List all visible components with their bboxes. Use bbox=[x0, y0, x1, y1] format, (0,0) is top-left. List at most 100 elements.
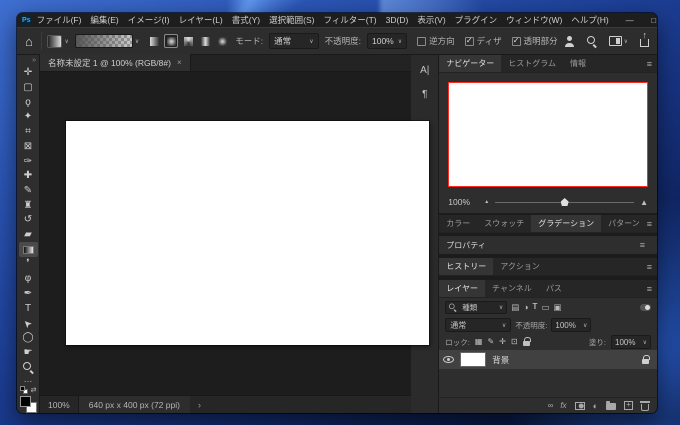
fill-dropdown[interactable]: 100% ∨ bbox=[611, 335, 651, 349]
lock-all-icon[interactable] bbox=[522, 337, 531, 346]
account-icon[interactable] bbox=[564, 35, 575, 47]
slider-thumb[interactable] bbox=[560, 198, 569, 206]
adjustment-layer-icon[interactable]: ◐ bbox=[593, 401, 598, 411]
menu-help[interactable]: ヘルプ(H) bbox=[571, 14, 608, 26]
default-colors-icon[interactable] bbox=[19, 386, 28, 395]
tab-gradients[interactable]: グラデーション bbox=[531, 215, 602, 232]
swap-colors-icon[interactable]: ⇄ bbox=[31, 386, 37, 394]
lock-transparent-pixels-icon[interactable]: ▦ bbox=[475, 338, 483, 346]
transparency-checkbox[interactable]: ✓ bbox=[511, 36, 521, 46]
properties-header[interactable]: プロパティ ≡ bbox=[439, 236, 657, 254]
menu-edit[interactable]: 編集(E) bbox=[90, 14, 118, 26]
menu-image[interactable]: イメージ(I) bbox=[128, 14, 170, 26]
share-button[interactable] bbox=[640, 31, 649, 47]
panel-menu-icon[interactable]: ≡ bbox=[647, 258, 657, 275]
filter-adjustment-layers-icon[interactable]: ◑ bbox=[523, 303, 528, 312]
lock-position-icon[interactable]: ✛ bbox=[499, 338, 506, 346]
home-icon[interactable]: ⌂ bbox=[25, 35, 33, 48]
layer-visibility-eye-icon[interactable] bbox=[443, 356, 455, 363]
frame-tool[interactable]: ⊠ bbox=[19, 140, 38, 155]
layer-thumbnail[interactable] bbox=[460, 352, 487, 367]
object-selection-tool[interactable]: ✦ bbox=[19, 110, 38, 125]
filter-shape-layers-icon[interactable]: ▭ bbox=[541, 303, 549, 312]
character-panel-icon[interactable]: A| bbox=[414, 60, 436, 80]
menu-filter[interactable]: フィルター(T) bbox=[323, 14, 376, 26]
radial-gradient-button[interactable] bbox=[164, 34, 179, 48]
tab-history[interactable]: ヒストリー bbox=[439, 258, 494, 275]
foreground-background-swatches[interactable] bbox=[19, 396, 37, 413]
menu-3d[interactable]: 3D(D) bbox=[386, 15, 409, 25]
move-tool[interactable]: ✛ bbox=[19, 66, 38, 81]
lasso-tool[interactable]: ϙ bbox=[19, 95, 38, 110]
layer-filter-toggle[interactable] bbox=[640, 303, 651, 311]
zoom-out-icon[interactable]: ▲ bbox=[484, 199, 489, 205]
dither-checkbox[interactable]: ✓ bbox=[464, 36, 474, 46]
close-tab-icon[interactable]: × bbox=[177, 58, 182, 67]
tool-preset-picker[interactable]: ∨ bbox=[47, 34, 69, 48]
eraser-tool[interactable]: ▰ bbox=[19, 228, 38, 243]
lock-artboard-icon[interactable]: ⊡ bbox=[511, 338, 518, 346]
tab-color[interactable]: カラー bbox=[439, 215, 477, 232]
menu-window[interactable]: ウィンドウ(W) bbox=[506, 14, 562, 26]
tab-info[interactable]: 情報 bbox=[563, 55, 593, 72]
angle-gradient-button[interactable] bbox=[181, 34, 195, 48]
path-selection-tool[interactable]: ➤ bbox=[19, 316, 38, 331]
layer-filter-dropdown[interactable]: 種類 ∨ bbox=[445, 300, 508, 314]
zoom-tool[interactable] bbox=[19, 360, 38, 375]
linear-gradient-button[interactable] bbox=[147, 34, 161, 48]
document-canvas[interactable] bbox=[66, 121, 429, 345]
tab-navigator[interactable]: ナビゲーター bbox=[439, 55, 502, 72]
clone-stamp-tool[interactable]: ♜ bbox=[19, 198, 38, 213]
status-zoom-field[interactable]: 100% bbox=[40, 396, 79, 413]
layers-opacity-dropdown[interactable]: 100% ∨ bbox=[551, 318, 592, 332]
foreground-color-swatch[interactable] bbox=[19, 396, 31, 408]
menu-type[interactable]: 書式(Y) bbox=[232, 14, 260, 26]
gradient-tool[interactable] bbox=[18, 242, 38, 258]
dither-checkbox-group[interactable]: ✓ ディザ bbox=[464, 35, 502, 47]
minimize-button[interactable]: — bbox=[618, 13, 642, 27]
filter-smart-objects-icon[interactable]: ▣ bbox=[553, 303, 561, 312]
menu-select[interactable]: 選択範囲(S) bbox=[269, 14, 314, 26]
new-layer-icon[interactable] bbox=[624, 399, 633, 410]
eyedropper-tool[interactable]: ✑ bbox=[19, 154, 38, 169]
brush-tool[interactable]: ✎ bbox=[19, 184, 38, 199]
tab-paths[interactable]: パス bbox=[539, 280, 569, 297]
tab-patterns[interactable]: パターン bbox=[601, 215, 647, 232]
delete-layer-trash-icon[interactable] bbox=[640, 401, 650, 411]
healing-brush-tool[interactable]: ✚ bbox=[19, 169, 38, 184]
document-tab[interactable]: 名称未設定 1 @ 100% (RGB/8#) × bbox=[40, 54, 191, 71]
tab-layers[interactable]: レイヤー bbox=[439, 280, 486, 297]
search-icon[interactable] bbox=[586, 36, 597, 46]
paragraph-panel-icon[interactable]: ¶ bbox=[414, 84, 436, 104]
mode-dropdown[interactable]: 通常 ∨ bbox=[269, 33, 319, 49]
tab-swatches[interactable]: スウォッチ bbox=[477, 215, 531, 232]
opacity-dropdown[interactable]: 100% ∨ bbox=[367, 33, 408, 49]
navigator-zoom-value[interactable]: 100% bbox=[448, 197, 478, 207]
reverse-checkbox[interactable] bbox=[417, 36, 427, 46]
tab-histogram[interactable]: ヒストグラム bbox=[501, 55, 563, 72]
diamond-gradient-button[interactable] bbox=[215, 34, 229, 48]
crop-tool[interactable]: ⌗ bbox=[19, 125, 38, 140]
tab-channels[interactable]: チャンネル bbox=[485, 280, 539, 297]
transparency-checkbox-group[interactable]: ✓ 透明部分 bbox=[511, 35, 558, 47]
add-layer-mask-icon[interactable] bbox=[574, 401, 585, 410]
menu-file[interactable]: ファイル(F) bbox=[37, 14, 82, 26]
panel-menu-icon[interactable]: ≡ bbox=[647, 215, 657, 232]
gradient-picker[interactable]: ∨ bbox=[74, 34, 139, 48]
pen-tool[interactable]: ✒ bbox=[19, 287, 38, 302]
status-chevron-icon[interactable]: › bbox=[198, 400, 201, 410]
blend-mode-dropdown[interactable]: 通常 ∨ bbox=[445, 318, 512, 332]
type-tool[interactable]: T bbox=[19, 301, 38, 316]
filter-pixel-layers-icon[interactable]: ▤ bbox=[511, 303, 519, 312]
layer-style-fx-icon[interactable]: fx bbox=[560, 401, 566, 410]
workspace-switcher[interactable]: ∨ bbox=[608, 36, 628, 46]
navigator-zoom-slider[interactable] bbox=[495, 197, 635, 207]
menu-view[interactable]: 表示(V) bbox=[417, 14, 445, 26]
edit-toolbar-icon[interactable]: … bbox=[24, 374, 33, 385]
reverse-checkbox-group[interactable]: 逆方向 bbox=[417, 35, 455, 47]
tab-actions[interactable]: アクション bbox=[493, 258, 547, 275]
zoom-in-icon[interactable]: ▲ bbox=[640, 198, 648, 207]
toolbar-collapse-icon[interactable]: » bbox=[32, 55, 39, 66]
menu-plugins[interactable]: プラグイン bbox=[455, 14, 498, 26]
filter-type-layers-icon[interactable]: T bbox=[532, 303, 537, 311]
